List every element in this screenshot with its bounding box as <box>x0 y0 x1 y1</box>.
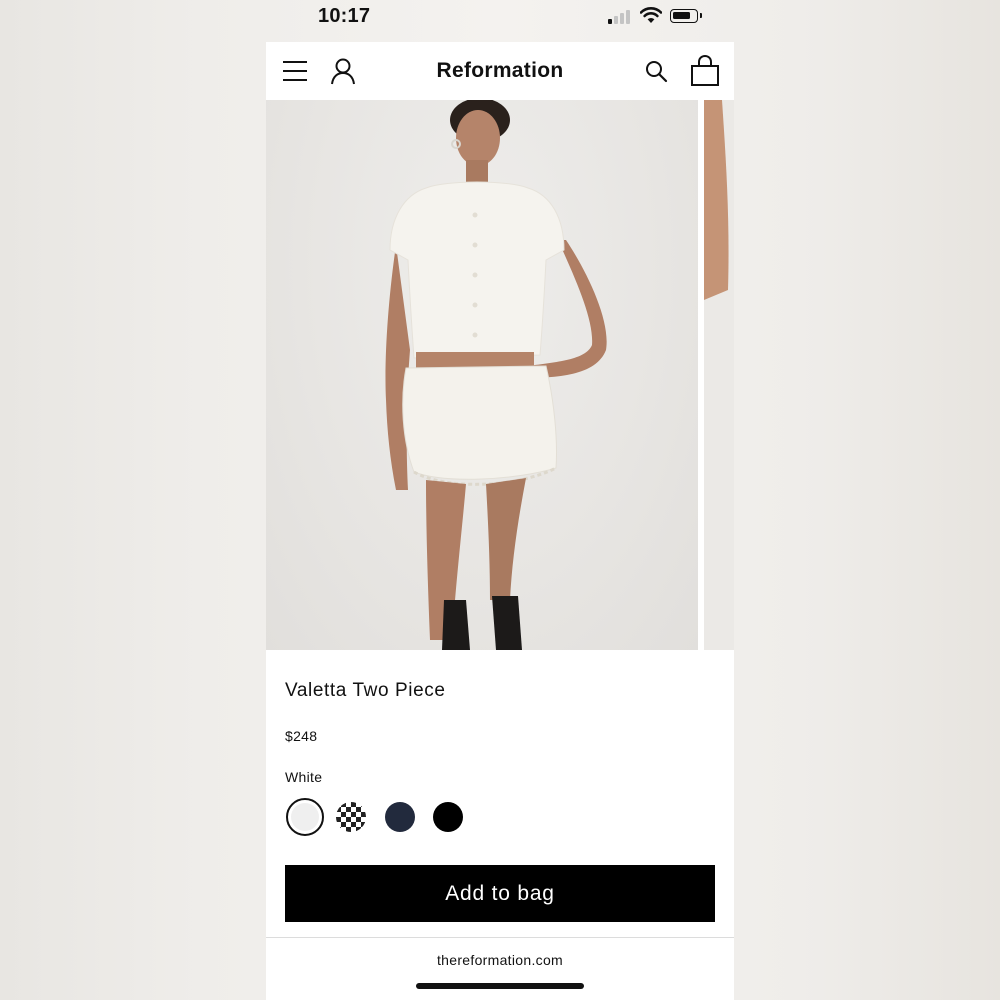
browser-bar-divider <box>266 937 734 938</box>
swatch-white[interactable] <box>286 798 324 836</box>
model-photo <box>385 100 607 650</box>
bag-icon[interactable] <box>690 55 720 87</box>
swatch-gingham[interactable] <box>336 802 366 832</box>
wifi-icon <box>640 7 662 23</box>
product-title: Valetta Two Piece <box>285 680 446 701</box>
swatch-black[interactable] <box>433 802 463 832</box>
next-image-photo <box>704 100 729 300</box>
battery-icon <box>670 9 702 23</box>
product-image-carousel[interactable] <box>266 100 734 650</box>
swatch-navy[interactable] <box>385 802 415 832</box>
status-time: 10:17 <box>318 5 371 27</box>
status-bar: 10:17 <box>266 0 734 42</box>
product-price: $248 <box>285 728 318 744</box>
product-page: Reformation Valetta Two Piece $248 White… <box>266 42 734 1000</box>
product-image[interactable] <box>266 100 698 650</box>
add-to-bag-button[interactable]: Add to bag <box>285 865 715 922</box>
selected-color-label: White <box>285 769 323 785</box>
home-indicator[interactable] <box>416 983 584 989</box>
cellular-signal-icon <box>608 10 632 24</box>
site-header: Reformation <box>266 42 734 100</box>
next-product-image-peek[interactable] <box>704 100 734 650</box>
browser-url[interactable]: thereformation.com <box>266 952 734 968</box>
search-icon[interactable] <box>644 59 668 83</box>
